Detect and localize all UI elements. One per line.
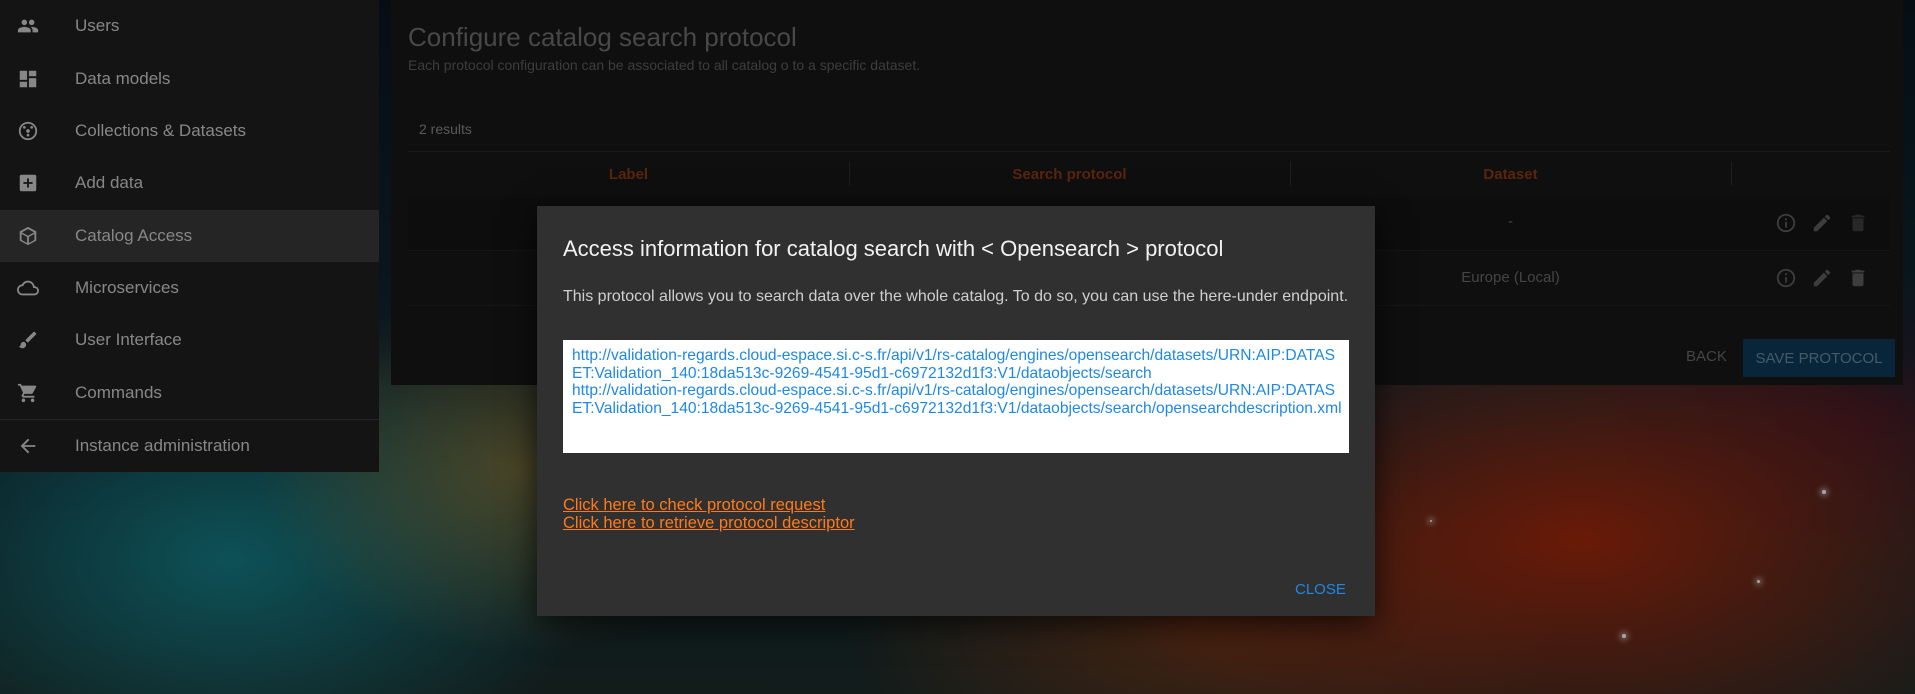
descriptor-endpoint-url[interactable]: http://validation-regards.cloud-espace.s… [572,382,1342,417]
access-info-dialog: Access information for catalog search wi… [537,206,1375,616]
retrieve-protocol-descriptor-link[interactable]: Click here to retrieve protocol descript… [563,514,855,533]
search-endpoint-url[interactable]: http://validation-regards.cloud-espace.s… [572,347,1342,382]
close-button[interactable]: CLOSE [1295,581,1346,598]
endpoint-box[interactable]: http://validation-regards.cloud-espace.s… [563,340,1349,453]
check-protocol-request-link[interactable]: Click here to check protocol request [563,496,825,515]
dialog-description: This protocol allows you to search data … [563,288,1349,305]
dialog-title: Access information for catalog search wi… [563,236,1224,261]
